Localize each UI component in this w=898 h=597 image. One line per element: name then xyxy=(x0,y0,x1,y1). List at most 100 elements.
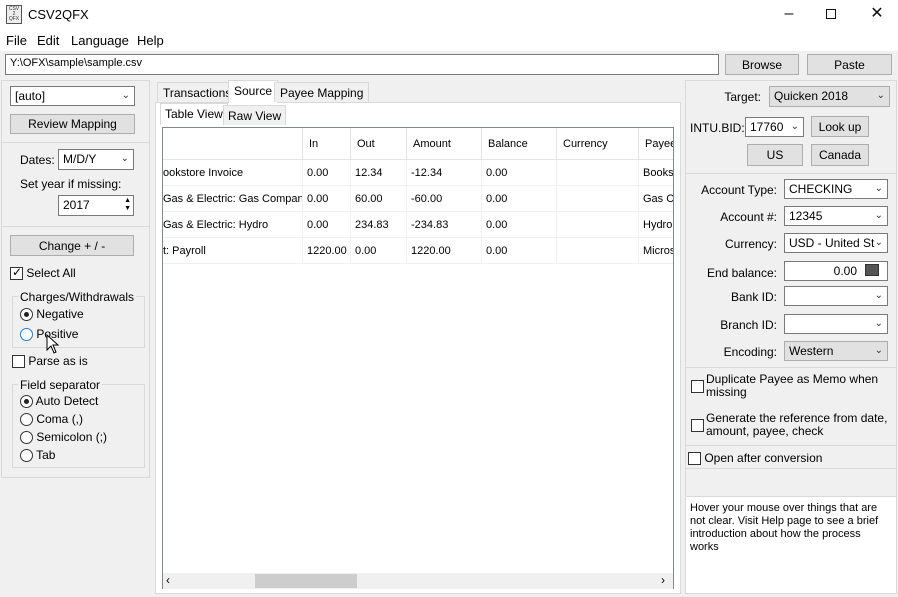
cell-amount[interactable]: -234.83 xyxy=(407,212,482,238)
column-header-amount[interactable]: Amount xyxy=(407,128,482,160)
cell-balance[interactable]: 0.00 xyxy=(482,212,557,238)
maximize-icon[interactable] xyxy=(808,0,854,30)
minimize-icon[interactable]: – xyxy=(766,0,812,30)
menu-edit[interactable]: Edit xyxy=(37,33,59,48)
cell-amount[interactable]: 1220.00 xyxy=(407,238,482,264)
bank-id-label: Bank ID: xyxy=(730,290,777,304)
parse-as-is-checkbox[interactable]: Parse as is xyxy=(12,354,88,369)
scroll-left-icon[interactable]: ‹ xyxy=(166,573,170,587)
cell-desc[interactable]: Gas & Electric: Gas Company xyxy=(163,186,303,212)
cell-amount[interactable]: -60.00 xyxy=(407,186,482,212)
column-header-in[interactable]: In xyxy=(303,128,351,160)
account-number-select[interactable]: 12345 ⌄ xyxy=(784,206,888,226)
select-all-checkbox[interactable]: Select All xyxy=(10,265,76,281)
close-icon[interactable]: ✕ xyxy=(854,0,898,30)
divider xyxy=(685,173,897,174)
mapping-value: [auto] xyxy=(15,89,46,103)
paste-button[interactable]: Paste xyxy=(807,54,892,75)
column-header-balance[interactable]: Balance xyxy=(482,128,557,160)
tab-table-view[interactable]: Table View xyxy=(160,103,228,125)
cell-desc[interactable]: t: Payroll xyxy=(163,238,303,264)
column-header-currency[interactable]: Currency xyxy=(557,128,639,160)
intubid-value: 17760 xyxy=(750,120,784,134)
cell-desc[interactable]: ookstore Invoice xyxy=(163,160,303,186)
sep-coma-radio[interactable]: Coma (,) xyxy=(20,412,83,427)
us-button[interactable]: US xyxy=(747,144,803,166)
cell-balance[interactable]: 0.00 xyxy=(482,160,557,186)
tab-source[interactable]: Source xyxy=(228,80,279,103)
radio-icon xyxy=(20,413,33,427)
intubid-label: INTU.BID: xyxy=(690,121,745,135)
cell-currency[interactable] xyxy=(557,186,639,212)
chevron-down-icon: ⌄ xyxy=(874,210,883,221)
encoding-select[interactable]: Western ⌄ xyxy=(784,341,888,361)
menu-file[interactable]: File xyxy=(6,33,27,48)
cell-currency[interactable] xyxy=(557,160,639,186)
tab-transactions[interactable]: Transactions xyxy=(157,82,238,102)
cell-in[interactable]: 0.00 xyxy=(303,212,351,238)
duplicate-payee-checkbox[interactable] xyxy=(691,379,704,394)
sep-tab-radio[interactable]: Tab xyxy=(20,448,55,463)
mouse-cursor-icon xyxy=(46,334,60,354)
negative-radio[interactable]: Negative xyxy=(20,307,84,322)
mapping-select[interactable]: [auto] ⌄ xyxy=(10,86,135,106)
chevron-down-icon: ⌄ xyxy=(120,153,129,164)
column-header-out[interactable]: Out xyxy=(351,128,407,160)
chevron-down-icon: ⌄ xyxy=(874,183,883,194)
browse-button[interactable]: Browse xyxy=(725,54,799,75)
dates-format-select[interactable]: M/D/Y ⌄ xyxy=(58,149,134,170)
look-up-button[interactable]: Look up xyxy=(811,116,869,137)
cell-payee[interactable]: Hydro xyxy=(639,212,673,238)
sep-semicolon-radio[interactable]: Semicolon (;) xyxy=(20,430,107,445)
sep-auto-radio[interactable]: Auto Detect xyxy=(20,394,98,409)
review-mapping-button[interactable]: Review Mapping xyxy=(10,114,135,134)
cell-out[interactable]: 0.00 xyxy=(351,238,407,264)
currency-select[interactable]: USD - United Sta ⌄ xyxy=(784,233,888,253)
cell-in[interactable]: 0.00 xyxy=(303,186,351,212)
spinner-arrows-icon[interactable]: ▲ ▼ xyxy=(124,197,131,213)
canada-button[interactable]: Canada xyxy=(811,144,869,166)
cell-amount[interactable]: -12.34 xyxy=(407,160,482,186)
dates-label: Dates: xyxy=(20,153,55,167)
horizontal-scrollbar[interactable] xyxy=(163,573,673,589)
branch-id-select[interactable]: ⌄ xyxy=(784,314,888,334)
tab-raw-view[interactable]: Raw View xyxy=(223,105,287,125)
target-select[interactable]: Quicken 2018 ⌄ xyxy=(769,86,890,107)
cell-in[interactable]: 0.00 xyxy=(303,160,351,186)
column-header-payee[interactable]: Payee xyxy=(639,128,673,160)
generate-reference-checkbox[interactable] xyxy=(691,418,704,433)
year-spinner[interactable]: 2017 ▲ ▼ xyxy=(58,195,134,216)
cell-currency[interactable] xyxy=(557,238,639,264)
account-type-select[interactable]: CHECKING ⌄ xyxy=(784,179,888,199)
change-sign-button[interactable]: Change + / - xyxy=(10,235,134,256)
calculator-icon[interactable] xyxy=(865,264,879,276)
checkbox-icon xyxy=(12,355,25,369)
bank-id-select[interactable]: ⌄ xyxy=(784,286,888,306)
divider xyxy=(685,367,897,368)
menu-language[interactable]: Language xyxy=(71,33,129,48)
data-grid[interactable]: In Out Amount Balance Currency Payee ook… xyxy=(162,127,674,589)
cell-balance[interactable]: 0.00 xyxy=(482,238,557,264)
scrollbar-thumb[interactable] xyxy=(255,574,357,588)
year-label: Set year if missing: xyxy=(20,177,122,191)
cell-out[interactable]: 12.34 xyxy=(351,160,407,186)
cell-currency[interactable] xyxy=(557,212,639,238)
checkbox-icon xyxy=(691,380,704,394)
menu-help[interactable]: Help xyxy=(137,33,164,48)
intubid-select[interactable]: 17760 ⌄ xyxy=(745,117,804,137)
cell-payee[interactable]: Micros xyxy=(639,238,673,264)
cell-balance[interactable]: 0.00 xyxy=(482,186,557,212)
open-after-conversion-checkbox[interactable]: Open after conversion xyxy=(688,451,822,466)
cell-payee[interactable]: Bookst xyxy=(639,160,673,186)
negative-label: Negative xyxy=(36,307,84,321)
file-path-input[interactable]: Y:\OFX\sample\sample.csv xyxy=(5,54,719,75)
tab-payee-mapping[interactable]: Payee Mapping xyxy=(274,82,370,102)
cell-payee[interactable]: Gas Co xyxy=(639,186,673,212)
currency-value: USD - United Sta xyxy=(789,236,882,250)
cell-desc[interactable]: Gas & Electric: Hydro xyxy=(163,212,303,238)
cell-in[interactable]: 1220.00 xyxy=(303,238,351,264)
column-header-desc[interactable] xyxy=(163,128,303,160)
scroll-right-icon[interactable]: › xyxy=(661,573,665,587)
cell-out[interactable]: 234.83 xyxy=(351,212,407,238)
cell-out[interactable]: 60.00 xyxy=(351,186,407,212)
